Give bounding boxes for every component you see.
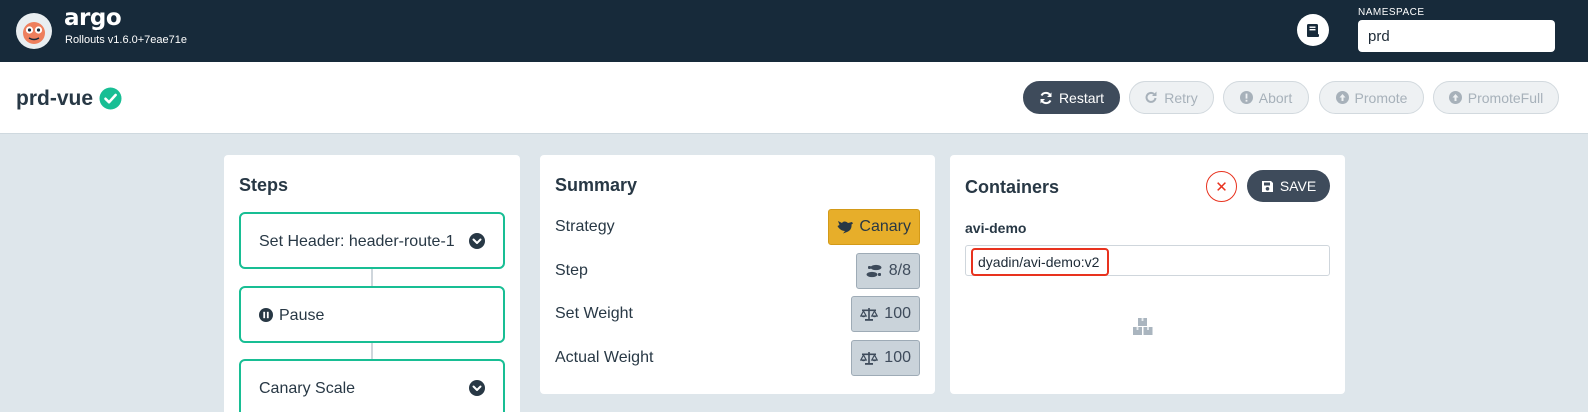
book-icon (1307, 23, 1319, 37)
step-value: 8/8 (888, 262, 911, 279)
step-connector (371, 343, 373, 359)
containers-title: Containers (965, 177, 1060, 197)
arrow-up-circle-icon (1335, 91, 1349, 104)
container-image-input[interactable] (971, 248, 1109, 276)
namespace-input[interactable] (1358, 20, 1555, 52)
pause-circle-icon (259, 308, 273, 322)
abort-label: Abort (1258, 89, 1293, 106)
summary-row-step: Step 8/8 (555, 253, 920, 289)
save-button[interactable]: SAVE (1247, 170, 1330, 202)
summary-key: Actual Weight (555, 349, 654, 366)
chevron-down-circle-icon[interactable] (469, 233, 485, 249)
balance-scale-icon (860, 352, 879, 365)
promote-label: Promote (1354, 89, 1408, 106)
step-label: Canary Scale (259, 380, 356, 397)
summary-key: Set Weight (555, 305, 633, 322)
rollout-header: prd-vue Restart Retry Abort Promote Prom… (0, 62, 1588, 134)
strategy-value: Canary (859, 218, 911, 235)
dove-icon (837, 221, 854, 234)
arrow-up-circle-icon (1448, 91, 1462, 104)
retry-button[interactable]: Retry (1129, 81, 1214, 114)
step-pause[interactable]: Pause (239, 286, 505, 343)
container-name: avi-demo (965, 220, 1027, 236)
steps-panel: Steps Set Header: header-route-1 Pause C… (224, 155, 520, 412)
redo-icon (1145, 91, 1157, 103)
exclamation-circle-icon (1239, 91, 1253, 104)
actual-weight-badge: 100 (851, 340, 920, 376)
cancel-edit-button[interactable]: ✕ (1206, 171, 1237, 202)
balance-scale-icon (860, 308, 879, 321)
summary-panel: Summary Strategy Canary Step 8/8 Set Wei… (540, 155, 935, 394)
restart-button[interactable]: Restart (1023, 81, 1120, 114)
set-weight-badge: 100 (851, 296, 920, 332)
sync-icon (1040, 91, 1052, 104)
promote-full-button[interactable]: PromoteFull (1433, 81, 1559, 114)
promote-button[interactable]: Promote (1319, 81, 1424, 114)
step-set-header[interactable]: Set Header: header-route-1 (239, 212, 505, 269)
actual-weight-value: 100 (884, 349, 911, 366)
healthy-check-icon (99, 87, 122, 110)
app-version: Rollouts v1.6.0+7eae71e (65, 34, 188, 46)
abort-button[interactable]: Abort (1223, 81, 1309, 114)
retry-label: Retry (1164, 89, 1198, 106)
step-connector (371, 269, 373, 286)
shoe-prints-icon (866, 264, 882, 278)
summary-key: Step (555, 262, 588, 279)
step-label: Set Header: header-route-1 (259, 233, 455, 250)
save-label: SAVE (1279, 178, 1317, 194)
set-weight-value: 100 (884, 305, 911, 322)
steps-title: Steps (239, 175, 289, 195)
step-label: Pause (279, 307, 325, 324)
strategy-badge: Canary (828, 209, 920, 245)
documentation-button[interactable] (1297, 14, 1329, 46)
save-icon (1261, 180, 1273, 192)
summary-title: Summary (555, 175, 638, 195)
step-badge: 8/8 (855, 253, 920, 289)
restart-label: Restart (1058, 89, 1105, 106)
summary-row-strategy: Strategy Canary (555, 209, 920, 245)
chevron-down-circle-icon[interactable] (469, 380, 485, 396)
step-canary-scale[interactable]: Canary Scale (239, 359, 505, 412)
close-icon: ✕ (1215, 178, 1228, 196)
top-bar: argo Rollouts v1.6.0+7eae71e NAMESPACE (0, 0, 1588, 62)
brand-name: argo (64, 5, 122, 31)
promote-full-label: PromoteFull (1467, 89, 1544, 106)
rollout-name: prd-vue (16, 87, 94, 110)
summary-key: Strategy (555, 218, 615, 235)
boxes-icon (1133, 318, 1153, 335)
namespace-label: NAMESPACE (1358, 7, 1425, 18)
argo-logo-icon (16, 13, 52, 49)
container-image-field (965, 245, 1330, 276)
summary-row-actual-weight: Actual Weight 100 (555, 340, 920, 376)
containers-panel: Containers ✕ SAVE avi-demo (950, 155, 1345, 394)
summary-row-set-weight: Set Weight 100 (555, 296, 920, 332)
